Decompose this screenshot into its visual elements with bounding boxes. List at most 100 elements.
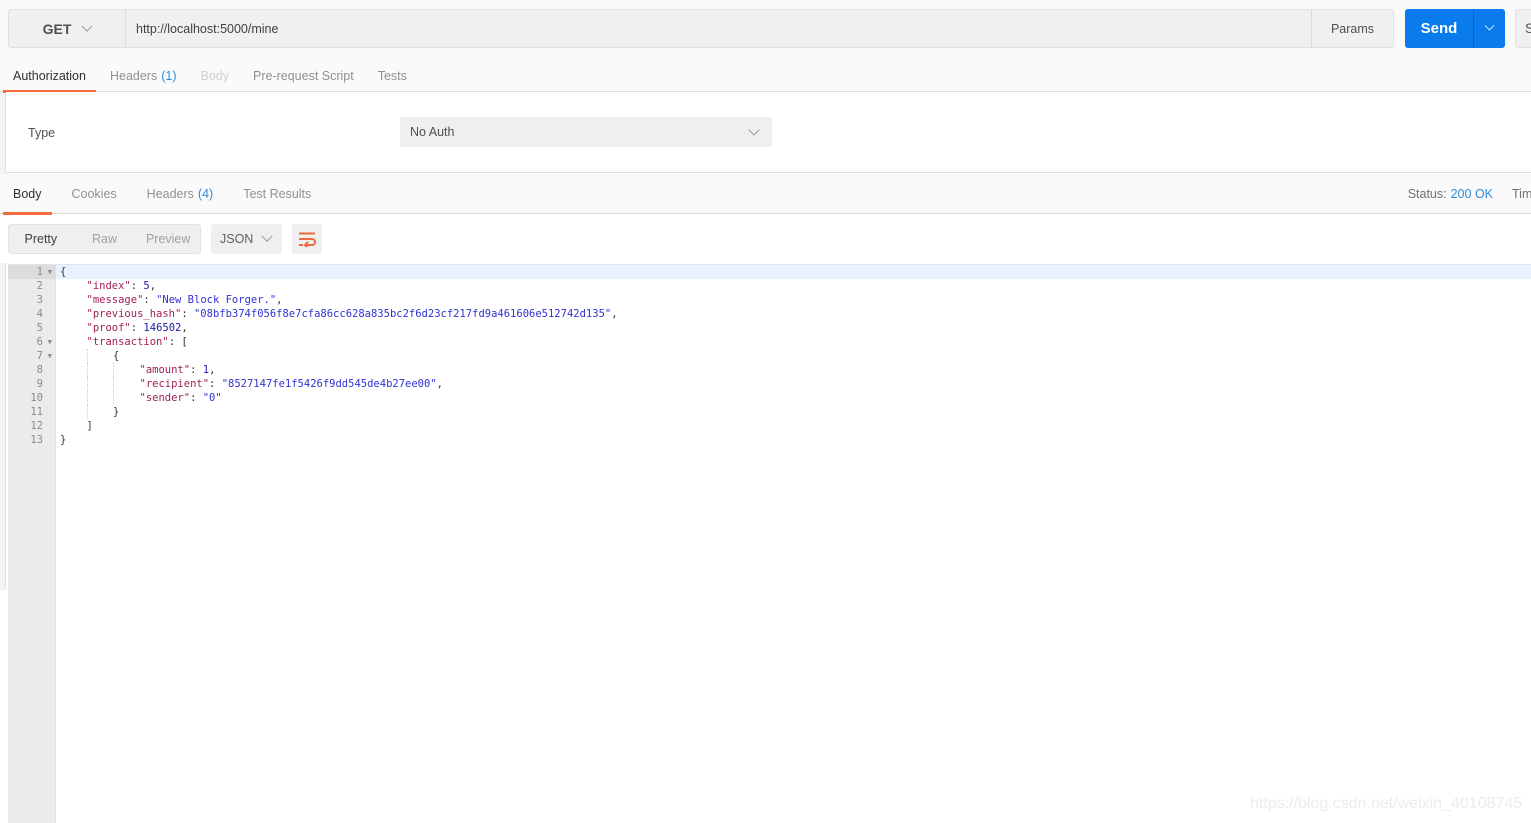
json-key: "index": [86, 280, 131, 292]
json-key: "sender": [139, 392, 191, 404]
line-number-text: 8: [36, 364, 43, 376]
tab-label: Headers: [146, 187, 194, 201]
line-number-text: 11: [30, 406, 43, 418]
json-punctuation: {: [60, 266, 67, 278]
code-line-text: {: [113, 349, 119, 363]
json-punctuation: ,: [149, 280, 157, 292]
line-number: 5: [8, 321, 55, 335]
indent-guide: [86, 405, 88, 419]
fold-toggle-icon[interactable]: ▼: [48, 349, 52, 363]
tab-label: Body: [200, 69, 230, 83]
code-line: "previous_hash": "08bfb374f056f8e7cfa86c…: [56, 307, 1531, 321]
send-options-button[interactable]: [1474, 9, 1505, 48]
response-tab-test-results[interactable]: Test Results: [233, 174, 321, 214]
response-body-editor[interactable]: 1 ▼ 2 3 4 5 6 ▼ 7 ▼ 8 9 10 11 12 13 {"index": 5, "messag…: [8, 264, 1531, 823]
line-number-text: 10: [30, 392, 43, 404]
json-punctuation: ,: [436, 378, 443, 390]
format-select[interactable]: JSON: [211, 224, 282, 254]
indent-guide: [86, 391, 88, 405]
line-number-text: 3: [36, 294, 43, 306]
code-line: {: [56, 265, 1531, 279]
json-punctuation: }: [113, 406, 120, 418]
fold-toggle-icon[interactable]: ▼: [48, 335, 52, 349]
auth-type-select[interactable]: No Auth: [400, 117, 772, 147]
json-punctuation: :: [181, 308, 194, 320]
code-line-text: ]: [87, 419, 93, 433]
chevron-down-icon: [261, 230, 274, 242]
tab-label: Headers: [109, 69, 158, 83]
line-number: 6 ▼: [8, 335, 55, 349]
line-number: 4: [8, 307, 55, 321]
json-key: "recipient": [139, 378, 210, 390]
indent-guide: [113, 377, 114, 391]
json-string: "New Block Forger.": [156, 294, 277, 306]
tab-label: Cookies: [71, 187, 117, 201]
chevron-down-icon: [81, 20, 94, 32]
code-line: "transaction": [: [56, 335, 1531, 349]
wrap-lines-button[interactable]: [292, 224, 322, 254]
response-tab-body[interactable]: Body: [3, 174, 52, 215]
code-line: "message": "New Block Forger.",: [56, 293, 1531, 307]
line-number-text: 7: [36, 350, 43, 362]
json-punctuation: ,: [276, 294, 283, 306]
tab-count-badge: (1): [161, 69, 177, 83]
code-line: }: [56, 405, 1531, 419]
code-line-text: }: [113, 405, 119, 419]
method-label: GET: [42, 20, 72, 37]
method-select[interactable]: GET: [9, 10, 126, 47]
url-input[interactable]: [126, 10, 1311, 47]
view-mode-raw[interactable]: Raw: [73, 225, 137, 253]
json-punctuation: ]: [86, 420, 93, 432]
tab-tests[interactable]: Tests: [368, 60, 417, 92]
json-punctuation: :: [130, 280, 144, 292]
code-line-text: "proof": 146502,: [87, 321, 188, 335]
code-area[interactable]: { "index": 5, "message": "New Block Forger…: [56, 265, 1531, 447]
indent-guide: [113, 391, 114, 405]
tab-label: Authorization: [13, 69, 86, 83]
view-mode-group: Pretty Raw Preview: [8, 224, 201, 254]
code-line-text: "recipient": "8527147fe1f5426f9dd545de4b…: [140, 377, 443, 391]
tab-headers[interactable]: Headers (1): [100, 60, 187, 92]
send-button[interactable]: Send: [1405, 9, 1474, 48]
response-tab-headers[interactable]: Headers (4): [137, 174, 224, 214]
line-number-text: 13: [30, 434, 43, 446]
tab-authorization[interactable]: Authorization: [3, 60, 96, 93]
fold-toggle-icon[interactable]: ▼: [48, 265, 52, 279]
json-punctuation: }: [60, 434, 67, 446]
tab-pre-request-script[interactable]: Pre-request Script: [243, 60, 364, 92]
json-punctuation: :: [190, 392, 203, 404]
chevron-down-icon: [1484, 20, 1495, 31]
code-line-text: "sender": "0": [140, 391, 222, 405]
line-number-text: 4: [36, 308, 43, 320]
params-button[interactable]: Params: [1311, 10, 1393, 47]
view-mode-preview[interactable]: Preview: [136, 225, 200, 253]
json-string: "8527147fe1f5426f9dd545de4b27ee00": [221, 378, 437, 390]
indent-guide: [113, 363, 114, 377]
code-line-text: "index": 5,: [87, 279, 157, 293]
wrap-lines-icon: [299, 232, 316, 247]
view-mode-pretty[interactable]: Pretty: [9, 225, 73, 253]
code-line: "recipient": "8527147fe1f5426f9dd545de4b…: [56, 377, 1531, 391]
json-punctuation: ,: [181, 322, 188, 334]
line-number: 7 ▼: [8, 349, 55, 363]
line-number: 3: [8, 293, 55, 307]
line-number: 12: [8, 419, 55, 433]
auth-type-value: No Auth: [410, 125, 455, 139]
indent-guide: [86, 377, 88, 391]
code-line-text: {: [60, 265, 66, 279]
request-tabs: Authorization Headers (1) Body Pre-request S…: [0, 60, 1531, 93]
tab-body: Body: [191, 60, 240, 92]
response-tabs: Body Cookies Headers (4) Test Results: [0, 174, 1531, 215]
json-number: 146502: [143, 322, 182, 334]
authorization-panel: Type No Auth: [6, 92, 1531, 173]
json-key: "proof": [86, 322, 131, 334]
line-number-gutter: 1 ▼ 2 3 4 5 6 ▼ 7 ▼ 8 9 10 11 12 13: [8, 265, 56, 823]
response-tab-cookies[interactable]: Cookies: [62, 174, 127, 214]
code-line: "amount": 1,: [56, 363, 1531, 377]
json-string: "08bfb374f056f8e7cfa86cc628a835bc2f6d23c…: [193, 308, 612, 320]
response-view-toolbar: Pretty Raw Preview JSON: [0, 215, 1531, 263]
code-line-text: }: [60, 433, 66, 447]
json-punctuation: :: [130, 322, 144, 334]
tab-count-badge: (4): [197, 187, 214, 201]
save-button[interactable]: S: [1515, 9, 1531, 48]
